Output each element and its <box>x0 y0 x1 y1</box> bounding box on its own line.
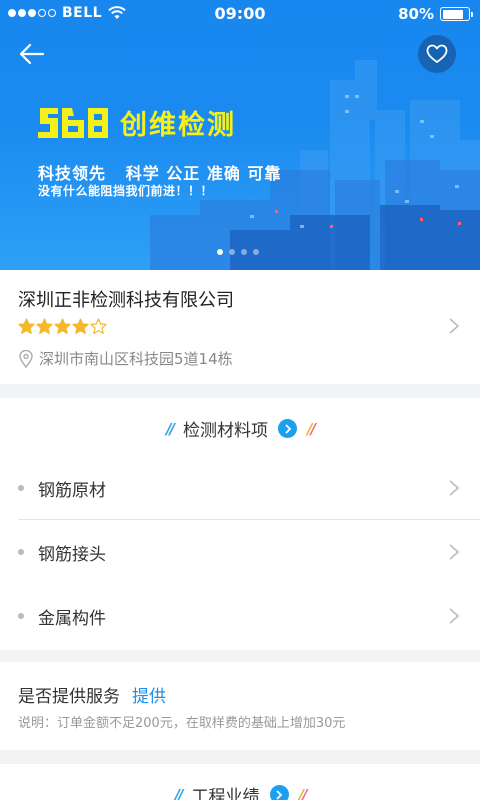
chevron-right-icon <box>449 608 460 624</box>
pager-dot[interactable] <box>241 249 247 255</box>
star-outline-icon <box>90 318 107 334</box>
material-label: 钢筋原材 <box>38 480 106 501</box>
materials-section: // 检测材料项 // 钢筋原材 钢筋接头 金属构件 <box>0 398 480 650</box>
company-address: 深圳市南山区科技园5道14栋 <box>39 350 233 368</box>
arrow-left-icon <box>19 43 45 65</box>
chevron-right-small-icon <box>276 789 283 800</box>
bullet-dot-icon <box>18 485 24 491</box>
material-item[interactable]: 金属构件 <box>18 584 480 648</box>
heart-outline-icon <box>426 44 448 63</box>
material-label: 金属构件 <box>38 608 106 629</box>
bullet-dot-icon <box>18 613 24 619</box>
service-value: 提供 <box>132 687 166 707</box>
battery-icon <box>440 7 473 21</box>
star-filled-icon <box>54 318 71 334</box>
chevron-right-small-icon <box>284 423 291 434</box>
battery-percent: 80% <box>398 5 434 23</box>
material-item[interactable]: 钢筋原材 <box>18 456 480 520</box>
company-info-card[interactable]: 深圳正非检测科技有限公司 深圳市南山区科技园5道14栋 <box>0 270 480 384</box>
back-button[interactable] <box>16 38 48 70</box>
decorative-slashes-left: // <box>166 419 175 438</box>
chevron-right-icon <box>449 318 460 334</box>
company-detail-page: BELL 09:00 80% 创维检测 科技领先 科学 公正 准确 可靠 没有什… <box>0 0 480 800</box>
brand-logo-mark <box>38 108 108 138</box>
company-address-row: 深圳市南山区科技园5道14栋 <box>18 348 233 369</box>
pager-dot[interactable] <box>253 249 259 255</box>
service-row: 是否提供服务 提供 <box>18 682 166 707</box>
company-banner-carousel[interactable]: BELL 09:00 80% 创维检测 科技领先 科学 公正 准确 可靠 没有什… <box>0 0 480 270</box>
materials-title: 检测材料项 <box>183 421 268 441</box>
status-bar: BELL 09:00 80% <box>0 0 480 28</box>
projects-title: 工程业绩 <box>191 787 260 800</box>
expand-circle-icon[interactable] <box>278 419 297 438</box>
material-item[interactable]: 钢筋接头 <box>18 520 480 584</box>
projects-section: // 工程业绩 // <box>0 764 480 800</box>
location-pin-icon <box>19 349 33 368</box>
decorative-slashes-left: // <box>174 785 184 800</box>
decorative-slashes-right: // <box>298 785 308 800</box>
expand-circle-icon[interactable] <box>269 785 289 800</box>
decorative-slashes-right: // <box>307 419 316 438</box>
service-label: 是否提供服务 <box>18 687 120 707</box>
banner-slogan: 科技领先 科学 公正 准确 可靠 <box>38 164 282 183</box>
pager-dot[interactable] <box>229 249 235 255</box>
battery-fill <box>442 9 463 19</box>
bullet-dot-icon <box>18 549 24 555</box>
service-section: 是否提供服务 提供 说明：订单金额不足200元，在取样费的基础上增加30元 <box>0 662 480 750</box>
material-label: 钢筋接头 <box>38 544 106 565</box>
pager-dot[interactable] <box>217 249 223 255</box>
carousel-pager[interactable] <box>217 249 259 255</box>
rating-stars <box>18 318 107 335</box>
favorite-button[interactable] <box>418 35 456 73</box>
star-filled-icon <box>72 318 89 334</box>
brand-name: 创维检测 <box>120 109 236 141</box>
banner-tagline: 没有什么能阻挡我们前进！！！ <box>38 184 214 198</box>
service-note: 说明：订单金额不足200元，在取样费的基础上增加30元 <box>18 716 346 731</box>
materials-section-header[interactable]: // 检测材料项 // <box>0 416 480 441</box>
projects-section-header[interactable]: // 工程业绩 // <box>0 782 480 800</box>
company-name: 深圳正非检测科技有限公司 <box>18 290 234 311</box>
brand-logo: 创维检测 <box>36 100 236 144</box>
status-right: 80% <box>398 5 473 23</box>
star-filled-icon <box>18 318 35 334</box>
chevron-right-icon <box>449 480 460 496</box>
star-filled-icon <box>36 318 53 334</box>
chevron-right-icon <box>449 544 460 560</box>
